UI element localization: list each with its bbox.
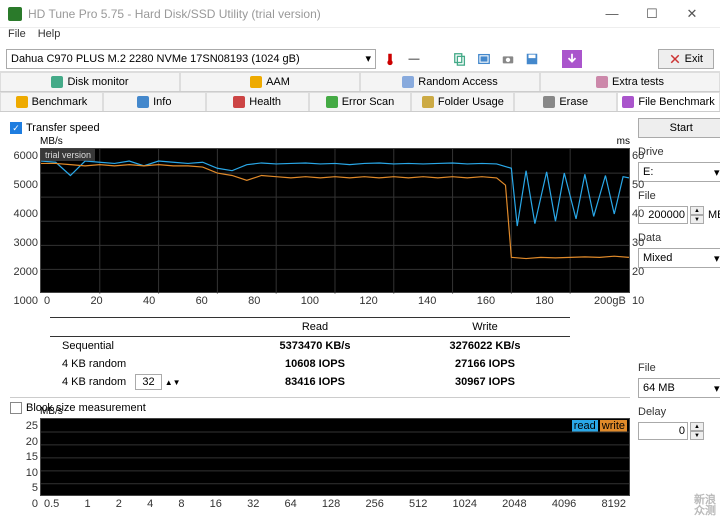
down-icon[interactable] (562, 50, 582, 68)
delay-input[interactable] (638, 422, 688, 440)
chevron-down-icon: ▾ (714, 252, 720, 265)
transfer-chart: trial version (40, 148, 630, 293)
save-icon[interactable] (522, 50, 542, 68)
drive-selector-label: Dahua C970 PLUS M.2 2280 NVMe 17SN08193 … (11, 53, 300, 65)
delay-spinner[interactable]: ▲▼ (638, 422, 720, 440)
spin-down-icon[interactable]: ▼ (690, 215, 704, 224)
chevron-down-icon: ▾ (714, 382, 720, 395)
tab-folder[interactable]: Folder Usage (411, 92, 514, 111)
screenshot-icon[interactable] (474, 50, 494, 68)
exit-button[interactable]: Exit (658, 49, 714, 69)
tab-health[interactable]: Health (206, 92, 309, 111)
spin-down-icon[interactable]: ▼ (690, 431, 704, 440)
tab-extra[interactable]: Extra tests (540, 72, 720, 91)
tab-filebench[interactable]: File Benchmark (617, 92, 720, 111)
app-icon (8, 7, 22, 21)
tab-random[interactable]: Random Access (360, 72, 540, 91)
close-button[interactable]: ✕ (672, 0, 712, 28)
menubar: File Help (0, 28, 720, 46)
menu-file[interactable]: File (8, 28, 26, 46)
block-y-unit: MB/s (40, 406, 63, 417)
trial-badge: trial version (41, 149, 95, 161)
minimize-button[interactable]: — (592, 0, 632, 28)
maximize-button[interactable]: ☐ (632, 0, 672, 28)
delay-label: Delay (638, 406, 720, 418)
watermark: 新浪众测 (694, 495, 716, 517)
block-size-checkbox[interactable]: Block size measurement (10, 402, 630, 414)
checkbox-icon (10, 402, 22, 414)
dash-icon: — (404, 50, 424, 68)
y-unit-left: MB/s (40, 136, 63, 147)
chevron-down-icon: ▾ (714, 166, 720, 179)
toolbar: Dahua C970 PLUS M.2 2280 NVMe 17SN08193 … (0, 46, 720, 72)
tab-erase[interactable]: Erase (514, 92, 617, 111)
tabs-row-1: Disk monitorAAMRandom AccessExtra tests (0, 72, 720, 92)
x-axis: 020406080100120140160180200gB (40, 293, 630, 309)
tab-scan[interactable]: Error Scan (309, 92, 412, 111)
file2-value: 64 MB (643, 382, 675, 394)
spin-up-icon[interactable]: ▲ (690, 206, 704, 215)
tabs-row-2: BenchmarkInfoHealthError ScanFolder Usag… (0, 92, 720, 112)
transfer-speed-label: Transfer speed (26, 122, 100, 134)
y-unit-right: ms (617, 136, 630, 147)
results-table: ReadWriteSequential5373470 KB/s3276022 K… (50, 317, 570, 391)
file-unit: MB (708, 209, 720, 221)
block-chart: read write (40, 418, 630, 496)
tab-aam[interactable]: AAM (180, 72, 360, 91)
checkbox-icon: ✓ (10, 122, 22, 134)
tab-info[interactable]: Info (103, 92, 206, 111)
copy-icon[interactable] (450, 50, 470, 68)
drive-selector[interactable]: Dahua C970 PLUS M.2 2280 NVMe 17SN08193 … (6, 49, 376, 69)
menu-help[interactable]: Help (38, 28, 61, 46)
camera-icon[interactable] (498, 50, 518, 68)
tab-bench[interactable]: Benchmark (0, 92, 103, 111)
chevron-down-icon: ▾ (365, 52, 371, 65)
spin-up-icon[interactable]: ▲ (690, 422, 704, 431)
y-axis-right: 605040302010 (632, 148, 652, 309)
titlebar: HD Tune Pro 5.75 - Hard Disk/SSD Utility… (0, 0, 720, 28)
temperature-icon[interactable] (380, 50, 400, 68)
file2-label: File (638, 362, 720, 374)
block-file-select[interactable]: 64 MB ▾ (638, 378, 720, 398)
block-y-axis: 2520151050 (18, 418, 38, 512)
exit-label: Exit (685, 53, 703, 65)
start-button[interactable]: Start (638, 118, 720, 138)
y-axis-left: 600050004000300020001000 (10, 148, 38, 309)
tab-monitor[interactable]: Disk monitor (0, 72, 180, 91)
block-x-axis: 0.512481632641282565121024204840968192 (40, 496, 630, 512)
window-title: HD Tune Pro 5.75 - Hard Disk/SSD Utility… (28, 7, 592, 21)
transfer-speed-checkbox[interactable]: ✓ Transfer speed (10, 122, 630, 134)
